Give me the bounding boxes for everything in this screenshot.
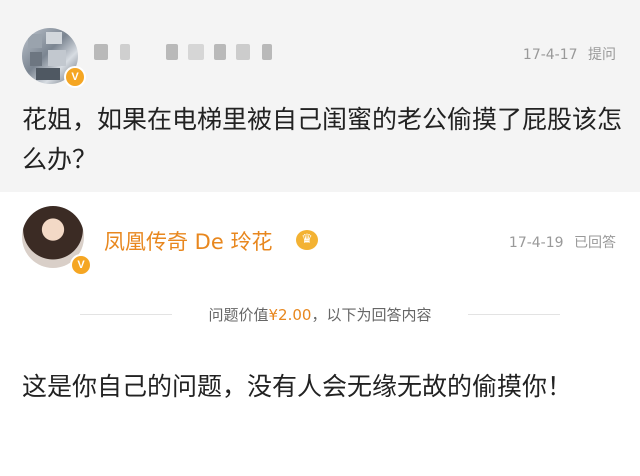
asker-name-obscured: [120, 44, 130, 60]
price-prefix: 问题价值: [208, 306, 269, 324]
answer-date: 17-4-19: [508, 235, 564, 251]
asker-name-obscured: [262, 44, 272, 60]
price-amount: ¥2.00: [268, 306, 312, 324]
price-text: 问题价值¥2.00，以下为回答内容: [0, 304, 640, 325]
asker-name-obscured: [214, 44, 226, 60]
answer-text: 这是你自己的问题，没有人会无缘无故的偷摸你！: [22, 372, 573, 401]
asker-verified-icon: V: [64, 66, 86, 88]
question-date: 17-4-17: [522, 47, 578, 63]
question-text: 花姐，如果在电梯里被自己闺蜜的老公偷摸了屁股该怎么办？: [22, 105, 623, 174]
asker-name-obscured: [236, 44, 250, 60]
price-suffix: ，以下为回答内容: [311, 306, 432, 324]
crown-icon: ♛: [296, 230, 318, 250]
answerer-verified-icon: V: [70, 254, 92, 276]
answer-meta: 17-4-19 已回答: [509, 232, 616, 252]
answerer-name[interactable]: 凤凰传奇 De 玲花: [104, 226, 272, 256]
asker-name-obscured: [188, 44, 204, 60]
answer-status: 已回答: [574, 235, 616, 251]
asker-name-obscured: [166, 44, 178, 60]
question-status: 提问: [588, 47, 616, 63]
asker-name-obscured: [94, 44, 108, 60]
question-price-row: 问题价值¥2.00，以下为回答内容: [0, 302, 640, 326]
question-meta: 17-4-17 提问: [523, 44, 616, 64]
